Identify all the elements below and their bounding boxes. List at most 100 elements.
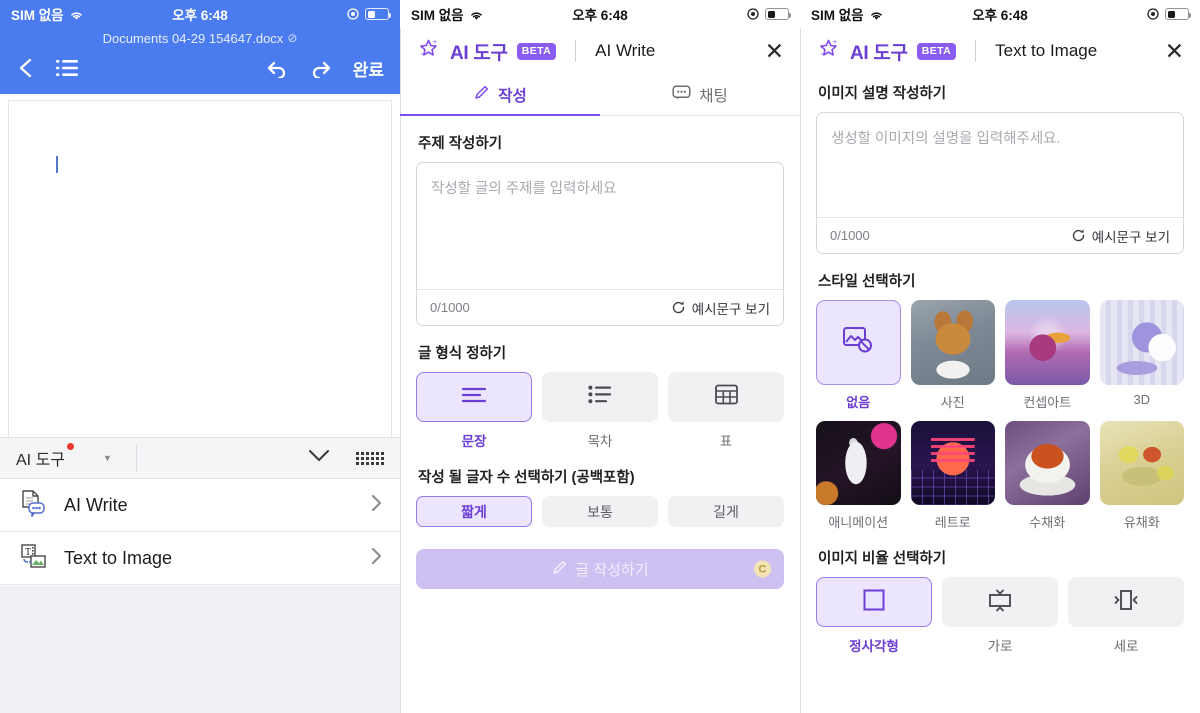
redo-icon[interactable]	[309, 58, 333, 78]
style-option-retro[interactable]: 레트로	[910, 420, 995, 532]
ratio-option-portrait[interactable]: 세로	[1068, 577, 1184, 655]
beta-badge: BETA	[516, 42, 557, 60]
prompt-textbox[interactable]: 생성할 이미지의 설명을 입력해주세요. 0/1000 예시문구 보기	[816, 112, 1184, 254]
done-button[interactable]: 완료	[353, 56, 384, 81]
list-icon	[588, 385, 612, 409]
format-option-label: 문장	[461, 434, 487, 449]
menu-item-label: Text to Image	[64, 547, 173, 568]
tab-compose[interactable]: 작성	[400, 74, 600, 116]
ai-write-panel: SIM 없음 오후 6:48 AI 도구 BETA AI Write ✕ 작성 …	[400, 0, 800, 713]
battery-icon	[765, 8, 791, 20]
format-option-label: 표	[719, 434, 733, 449]
status-bar-left: SIM 없음	[811, 4, 884, 24]
style-label: 3D	[1133, 391, 1151, 407]
topic-sample-label: 예시문구 보기	[691, 301, 770, 317]
ai-write-icon	[18, 488, 48, 523]
length-section-title: 작성 될 글자 수 선택하기 (공백포함)	[418, 470, 635, 486]
refresh-icon	[1072, 229, 1084, 242]
chevron-right-icon	[371, 494, 382, 517]
header-divider	[575, 40, 577, 62]
tab-chat[interactable]: 채팅	[600, 74, 800, 115]
style-thumb-none	[816, 300, 901, 385]
menu-item-text-to-image[interactable]: T Text to Image	[0, 532, 400, 585]
style-option-none[interactable]: 없음	[816, 300, 901, 411]
ratio-option-box	[816, 577, 932, 627]
ratio-option-square[interactable]: 정사각형	[816, 577, 932, 655]
length-section: 작성 될 글자 수 선택하기 (공백포함) 짧게 보통 길게	[400, 466, 800, 527]
topic-input[interactable]: 작성할 글의 주제를 입력하세요	[417, 163, 783, 281]
style-option-oilpainting[interactable]: 유채화	[1099, 420, 1184, 532]
chevron-right-icon	[371, 547, 382, 570]
style-section: 스타일 선택하기 없음 사진 컨셉아트 3D 애니메이션 레트로 수채화 유채화	[800, 270, 1200, 531]
style-label: 수채화	[1029, 515, 1066, 530]
format-option-list[interactable]: 목차	[542, 372, 658, 450]
length-option-short[interactable]: 짧게	[416, 496, 532, 527]
status-bar-ai-write: SIM 없음 오후 6:48	[400, 0, 800, 28]
style-option-3d[interactable]: 3D	[1099, 300, 1184, 411]
ai-write-tabs: 작성 채팅	[400, 74, 800, 116]
status-bar-right	[747, 8, 791, 20]
ratio-label: 정사각형	[849, 639, 899, 654]
wifi-icon	[469, 9, 484, 20]
style-label: 사진	[940, 394, 965, 410]
coin-badge: C	[754, 560, 771, 578]
ratio-option-landscape[interactable]: 가로	[942, 577, 1058, 655]
editor-tool-strip: AI 도구 ▼	[0, 437, 400, 479]
format-option-box	[542, 372, 658, 422]
ratio-label: 가로	[987, 639, 1013, 654]
status-bar-doc: SIM 없음 오후 6:48	[0, 0, 400, 28]
style-option-concept-art[interactable]: 컨셉아트	[1005, 300, 1090, 411]
format-section: 글 형식 정하기 문장 목차 표	[400, 342, 800, 450]
status-bar-right	[1147, 8, 1191, 20]
style-label: 컨셉아트	[1023, 394, 1072, 410]
style-option-watercolor[interactable]: 수채화	[1005, 420, 1090, 532]
format-option-paragraph[interactable]: 문장	[416, 372, 532, 450]
location-icon	[747, 8, 759, 20]
outline-list-icon[interactable]	[56, 59, 78, 77]
style-grid: 없음 사진 컨셉아트 3D 애니메이션 레트로 수채화 유채화	[816, 300, 1184, 531]
close-icon[interactable]: ✕	[1165, 39, 1184, 63]
close-icon[interactable]: ✕	[765, 39, 784, 63]
keyboard-icon[interactable]	[356, 451, 384, 465]
table-icon	[714, 384, 738, 410]
tab-label: 작성	[498, 87, 527, 105]
dropdown-caret-icon[interactable]: ▼	[103, 453, 112, 463]
length-options: 짧게 보통 길게	[416, 496, 784, 527]
topic-textbox[interactable]: 작성할 글의 주제를 입력하세요 0/1000 예시문구 보기	[416, 162, 784, 326]
back-button[interactable]	[16, 57, 36, 79]
document-toolbar: 완료	[0, 48, 400, 88]
ai-tool-dropdown[interactable]: AI 도구	[16, 443, 75, 470]
generate-text-button[interactable]: 글 작성하기 C	[416, 549, 784, 589]
menu-item-ai-write[interactable]: AI Write	[0, 479, 400, 532]
document-canvas[interactable]	[8, 100, 392, 448]
text-to-image-panel: SIM 없음 오후 6:48 AI 도구 BETA Text to Image …	[800, 0, 1200, 713]
ratio-section: 이미지 비율 선택하기 정사각형 가로 세로	[800, 547, 1200, 655]
prompt-textbox-footer: 0/1000 예시문구 보기	[817, 217, 1183, 253]
status-bar-left: SIM 없음	[411, 4, 484, 24]
filename-text: Documents 04-29 154647.docx	[102, 30, 284, 46]
ai-tool-dropdown-label: AI 도구	[16, 452, 66, 469]
svg-text:T: T	[25, 547, 31, 558]
toolstrip-right	[308, 449, 384, 467]
style-section-title: 스타일 선택하기	[818, 274, 916, 290]
prompt-input[interactable]: 생성할 이미지의 설명을 입력해주세요.	[817, 113, 1183, 209]
menu-item-label: AI Write	[64, 494, 128, 515]
generate-text-label: 글 작성하기	[575, 561, 649, 579]
status-bar-text-to-image: SIM 없음 오후 6:48	[800, 0, 1200, 28]
portrait-icon	[1112, 587, 1140, 618]
landscape-icon	[986, 587, 1014, 618]
format-option-table[interactable]: 표	[668, 372, 784, 450]
style-option-animation[interactable]: 애니메이션	[816, 420, 901, 532]
style-thumb-oilpainting	[1099, 420, 1184, 505]
style-thumb-retro	[910, 420, 995, 505]
prompt-sample-button[interactable]: 예시문구 보기	[1071, 226, 1170, 246]
battery-icon	[365, 8, 391, 20]
undo-icon[interactable]	[265, 58, 289, 78]
collapse-chevron-icon[interactable]	[308, 449, 330, 467]
style-option-photo[interactable]: 사진	[910, 300, 995, 411]
topic-sample-button[interactable]: 예시문구 보기	[671, 298, 770, 318]
ai-star-icon	[816, 36, 841, 66]
length-option-medium[interactable]: 보통	[542, 496, 658, 527]
length-option-long[interactable]: 길게	[668, 496, 784, 527]
ratio-option-box	[942, 577, 1058, 627]
